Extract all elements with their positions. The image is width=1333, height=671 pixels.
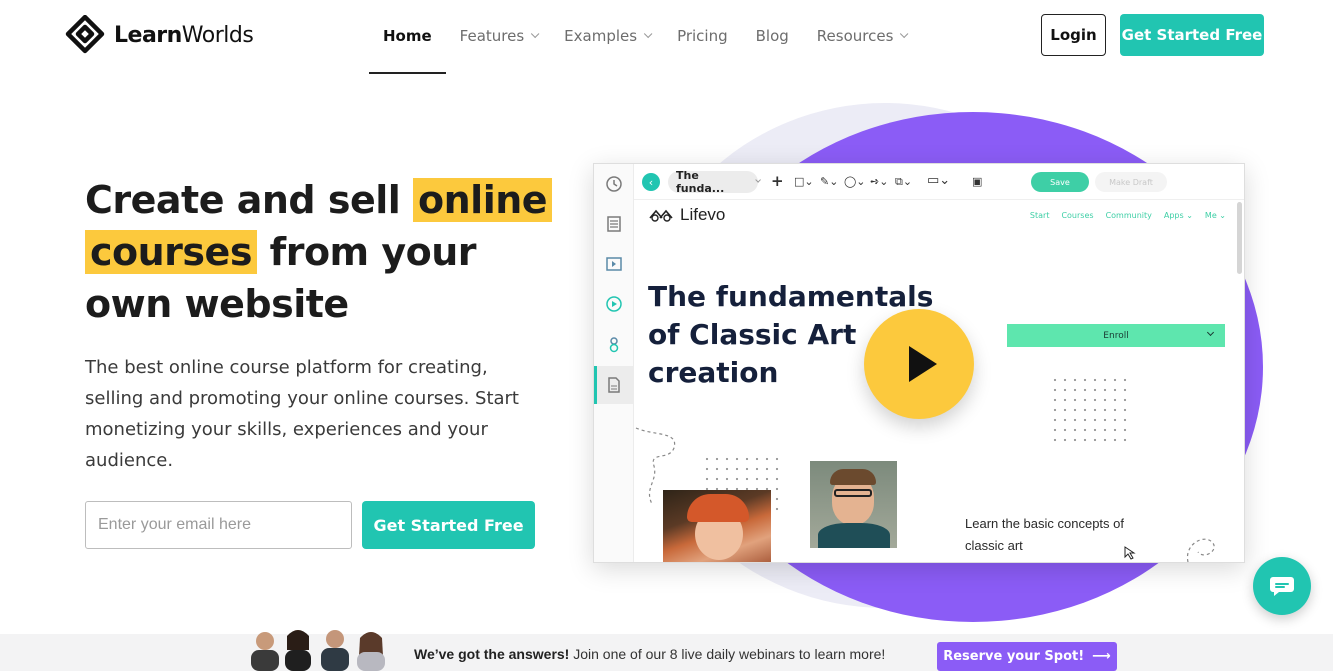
- site-nav-community[interactable]: Community: [1106, 211, 1152, 220]
- globe-icon[interactable]: ◯⌄: [844, 175, 866, 188]
- scrollbar[interactable]: [1237, 202, 1242, 274]
- instructor-photo-man: [810, 461, 897, 548]
- page-list-icon[interactable]: [605, 215, 623, 233]
- nav-blog[interactable]: Blog: [742, 0, 803, 72]
- site-nav: Start Courses Community Apps ⌄ Me ⌄: [1030, 211, 1226, 220]
- site-nav-courses[interactable]: Courses: [1061, 211, 1093, 220]
- desktop-icon[interactable]: ▭⌄: [927, 173, 950, 188]
- person-icon[interactable]: [605, 335, 623, 353]
- builder-toolbar: ‹ The funda... + □⌄ ✎⌄ ◯⌄ ➺⌄ ⧉⌄ ▭⌄ ▣ Sav…: [634, 164, 1244, 200]
- webinar-banner-text: We’ve got the answers! Join one of our 8…: [414, 646, 886, 662]
- reserve-spot-button[interactable]: Reserve your Spot! ⟶: [937, 642, 1117, 671]
- clock-icon[interactable]: [605, 175, 623, 193]
- top-navigation: LearnWorlds Home Features Examples Prici…: [0, 0, 1333, 74]
- dot-pattern: [1050, 375, 1130, 447]
- dashed-loop-decoration: [1186, 538, 1215, 562]
- logo[interactable]: LearnWorlds: [64, 15, 254, 55]
- infinity-logo-icon: [649, 209, 673, 222]
- chevron-down-icon: [900, 29, 909, 39]
- chevron-down-icon: [755, 177, 761, 183]
- make-draft-button[interactable]: Make Draft: [1095, 172, 1167, 192]
- play-circle-icon[interactable]: [605, 295, 623, 313]
- mouse-cursor-icon: [1124, 546, 1136, 560]
- get-started-button-hero[interactable]: Get Started Free: [362, 501, 535, 549]
- hero-subtitle: The best online course platform for crea…: [85, 357, 519, 471]
- page-selector[interactable]: The funda...: [668, 169, 761, 195]
- play-video-button[interactable]: [864, 309, 974, 419]
- capture-icon[interactable]: ▣: [972, 175, 982, 188]
- nav-resources[interactable]: Resources: [803, 0, 920, 72]
- course-builder-preview: ‹ The funda... + □⌄ ✎⌄ ◯⌄ ➺⌄ ⧉⌄ ▭⌄ ▣ Sav…: [593, 163, 1245, 563]
- builder-sidebar: [594, 164, 634, 562]
- lifevo-logo[interactable]: Lifevo: [648, 205, 725, 225]
- file-icon[interactable]: □⌄: [794, 175, 814, 188]
- brush-icon[interactable]: ➺⌄: [870, 175, 888, 188]
- student-photo-woman: [663, 490, 771, 562]
- add-icon[interactable]: +: [771, 172, 784, 190]
- learnworlds-logo-icon: [65, 15, 105, 54]
- site-nav-start[interactable]: Start: [1030, 211, 1050, 220]
- copy-icon[interactable]: ⧉⌄: [895, 175, 912, 189]
- get-started-button-header[interactable]: Get Started Free: [1120, 14, 1264, 56]
- site-nav-apps[interactable]: Apps ⌄: [1164, 211, 1193, 220]
- arrow-right-icon: ⟶: [1092, 649, 1111, 664]
- hero-title: Create and sell online courses from your…: [85, 174, 555, 330]
- enroll-button[interactable]: Enroll: [1007, 324, 1225, 347]
- chat-bubble-icon: [1270, 577, 1294, 596]
- pen-icon[interactable]: ✎⌄: [820, 175, 838, 188]
- nav-pricing[interactable]: Pricing: [663, 0, 742, 72]
- chevron-down-icon: [643, 29, 653, 39]
- chevron-down-icon: [531, 29, 540, 39]
- nav-home[interactable]: Home: [369, 0, 446, 74]
- login-button[interactable]: Login: [1041, 14, 1106, 56]
- site-header: Lifevo Start Courses Community Apps ⌄ Me…: [634, 200, 1232, 236]
- logo-text: LearnWorlds: [114, 22, 254, 48]
- nav-features[interactable]: Features: [446, 0, 551, 72]
- document-icon[interactable]: [605, 376, 623, 394]
- main-menu: Home Features Examples Pricing Blog Reso…: [369, 0, 920, 74]
- highlight-online: online: [413, 178, 553, 222]
- email-input[interactable]: [85, 501, 352, 549]
- chat-button[interactable]: [1253, 557, 1311, 615]
- back-arrow-icon[interactable]: ‹: [642, 173, 660, 191]
- site-nav-me[interactable]: Me ⌄: [1205, 211, 1226, 220]
- nav-examples[interactable]: Examples: [550, 0, 663, 72]
- media-icon[interactable]: [605, 255, 623, 273]
- chevron-down-icon: [1206, 328, 1215, 337]
- course-description: Learn the basic concepts of classic art: [965, 516, 1124, 553]
- play-icon: [909, 346, 937, 382]
- webinar-hosts-image: [251, 630, 385, 671]
- highlight-courses: courses: [85, 230, 257, 274]
- save-button[interactable]: Save: [1031, 172, 1089, 192]
